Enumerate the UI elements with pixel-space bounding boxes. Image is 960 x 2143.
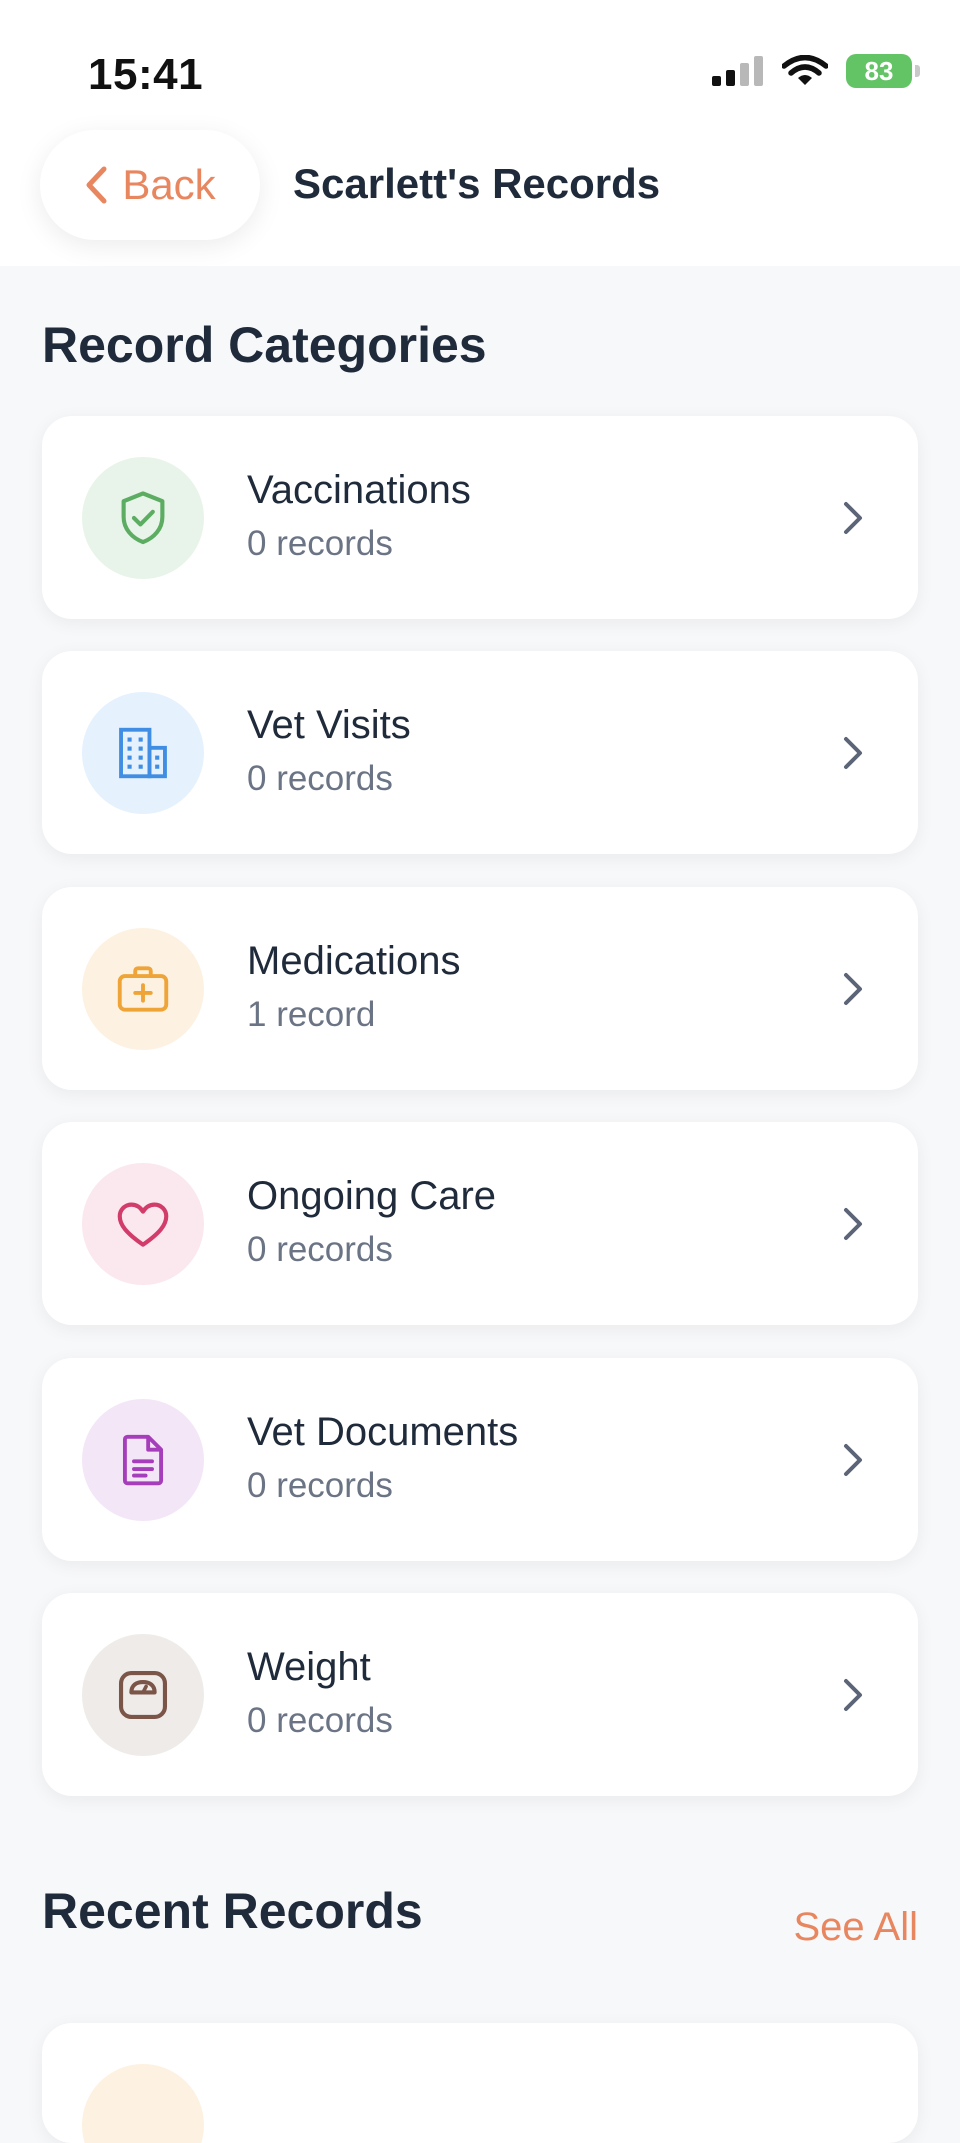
battery-indicator: 83 xyxy=(846,54,920,88)
category-count: 0 records xyxy=(247,1701,393,1740)
category-card-vet-documents[interactable]: Vet Documents 0 records xyxy=(42,1358,918,1561)
back-label: Back xyxy=(122,161,216,208)
see-all-link[interactable]: See All xyxy=(793,1905,918,1950)
category-icon-wrapper xyxy=(82,457,204,579)
chevron-right-icon xyxy=(844,502,862,534)
category-title: Weight xyxy=(247,1645,371,1689)
category-count: 0 records xyxy=(247,524,393,563)
category-count: 0 records xyxy=(247,759,393,798)
category-title: Medications xyxy=(247,939,461,983)
scale-icon xyxy=(118,1670,168,1720)
category-title: Vet Documents xyxy=(247,1410,519,1454)
medkit-icon xyxy=(117,966,169,1012)
page-title: Scarlett's Records xyxy=(293,160,661,207)
category-title: Ongoing Care xyxy=(247,1174,497,1218)
building-icon xyxy=(119,727,167,779)
document-icon xyxy=(122,1434,164,1486)
category-count: 0 records xyxy=(247,1466,393,1505)
chevron-right-icon xyxy=(844,1679,862,1711)
back-button[interactable]: Back xyxy=(40,130,260,240)
chevron-left-icon xyxy=(86,166,107,204)
category-count: 0 records xyxy=(247,1230,393,1269)
heart-icon xyxy=(117,1202,169,1247)
category-card-vaccinations[interactable]: Vaccinations 0 records xyxy=(42,416,918,619)
category-card-vet-visits[interactable]: Vet Visits 0 records xyxy=(42,651,918,854)
cellular-signal-icon xyxy=(712,56,763,86)
chevron-right-icon xyxy=(844,973,862,1005)
category-title: Vet Visits xyxy=(247,703,411,747)
category-icon-wrapper xyxy=(82,1634,204,1756)
section-title-recent: Recent Records xyxy=(42,1883,423,1939)
chevron-right-icon xyxy=(844,1208,862,1240)
shield-check-icon xyxy=(121,491,165,545)
battery-cap xyxy=(915,65,920,77)
recent-record-icon-wrapper xyxy=(82,2064,204,2143)
category-icon-wrapper xyxy=(82,1399,204,1521)
category-icon-wrapper xyxy=(82,928,204,1050)
recent-record-card[interactable] xyxy=(42,2023,918,2143)
battery-level: 83 xyxy=(864,55,894,86)
category-icon-wrapper xyxy=(82,692,204,814)
category-card-ongoing-care[interactable]: Ongoing Care 0 records xyxy=(42,1122,918,1325)
section-title-categories: Record Categories xyxy=(42,317,487,373)
category-card-weight[interactable]: Weight 0 records xyxy=(42,1593,918,1796)
category-title: Vaccinations xyxy=(247,468,471,512)
status-time: 15:41 xyxy=(88,50,204,99)
category-icon-wrapper xyxy=(82,1163,204,1285)
status-icons: 83 xyxy=(712,54,920,88)
category-count: 1 record xyxy=(247,995,376,1034)
navigation-bar: Back Scarlett's Records xyxy=(0,120,960,266)
status-bar: 15:41 83 xyxy=(0,0,960,120)
wifi-icon xyxy=(782,55,828,85)
chevron-right-icon xyxy=(844,1444,862,1476)
category-card-medications[interactable]: Medications 1 record xyxy=(42,887,918,1090)
chevron-right-icon xyxy=(844,737,862,769)
